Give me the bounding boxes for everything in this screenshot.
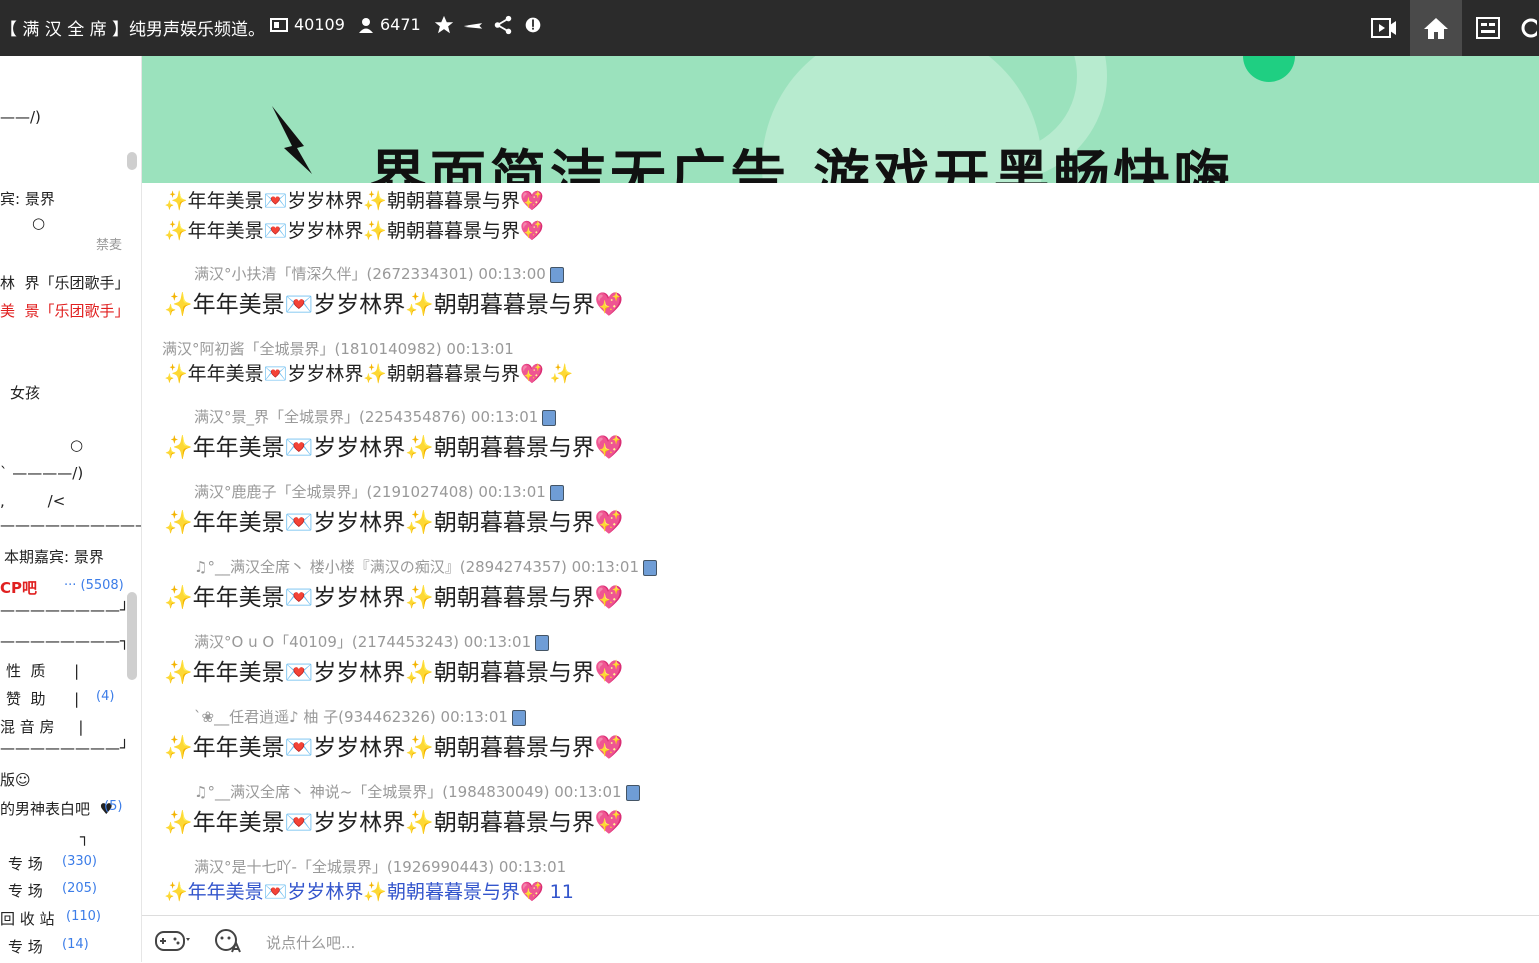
message-meta: 满汉°阿初酱「全城景界」(1810140982) 00:13:01: [162, 338, 514, 359]
message-meta: 满汉°鹿鹿子「全城景界」(2191027408) 00:13:01: [194, 481, 564, 502]
device-icon: [542, 409, 557, 426]
message-meta: `❀__任君逍遥♪ 柚 子(934462326) 00:13:01: [194, 706, 526, 727]
video-icon: [1371, 18, 1396, 38]
promo-banner[interactable]: 界面简洁无广告 游戏开黑畅快嗨: [142, 56, 1539, 183]
sidebar-line: ——————————: [0, 516, 142, 534]
sidebar-line: 本期嘉宾: 景界: [4, 548, 104, 566]
channel-count: (330): [62, 854, 97, 869]
sidebar-line: ——/): [0, 108, 41, 126]
channel-count: (4): [96, 689, 115, 704]
message-sender[interactable]: 满汉°阿初酱「全城景界」(1810140982) 00:13:01: [162, 340, 514, 358]
share-icon[interactable]: [492, 14, 514, 36]
chat-input[interactable]: 说点什么吧...: [266, 932, 355, 953]
message-text: ✨年年美景💌岁岁林界✨朝朝暮暮景与界💖 11: [164, 881, 574, 903]
room-id-stat: 40109: [270, 15, 345, 34]
sidebar-line: ————————┐: [0, 632, 130, 650]
message-text: ✨年年美景💌岁岁林界✨朝朝暮暮景与界💖: [164, 292, 624, 318]
chat-area: ✨年年美景💌岁岁林界✨朝朝暮暮景与界💖 ✨年年美景💌岁岁林界✨朝朝暮暮景与界💖 …: [142, 183, 1539, 915]
message-sender[interactable]: `❀__任君逍遥♪ 柚 子(934462326) 00:13:01: [194, 708, 508, 726]
sidebar-line: 宾: 景界: [0, 190, 55, 208]
sidebar-line: ————————┘: [0, 739, 130, 757]
sidebar-line: 版☺: [0, 771, 31, 789]
sidebar-line: ` ————/): [0, 464, 84, 482]
sidebar-line: ┐: [80, 828, 90, 846]
device-icon: [625, 784, 640, 801]
sidebar-channel[interactable]: CP吧: [0, 577, 37, 598]
sidebar-channel[interactable]: 专 场: [8, 853, 43, 874]
message-text: ✨年年美景💌岁岁林界✨朝朝暮暮景与界💖: [164, 585, 624, 611]
sidebar-line: , /<: [0, 492, 66, 510]
video-nav-button[interactable]: [1358, 0, 1410, 56]
id-card-icon: [270, 17, 288, 32]
message-sender[interactable]: 满汉°小扶清「情深久伴」(2672334301) 00:13:00: [194, 265, 546, 283]
user-icon: [359, 17, 373, 33]
device-icon: [511, 709, 526, 726]
sidebar-line: 女孩: [10, 384, 41, 402]
gamepad-icon[interactable]: [154, 928, 190, 954]
device-icon: [535, 634, 550, 651]
message-sender[interactable]: 满汉°鹿鹿子「全城景界」(2191027408) 00:13:01: [194, 483, 546, 501]
message-meta: 满汉°景_界「全城景界」(2254354876) 00:13:01: [194, 406, 557, 427]
sidebar-line: ○: [32, 214, 46, 232]
channel-sidebar: ——/) 宾: 景界 ○ 禁麦 林 界「乐团歌手」 美 景「乐团歌手」 女孩 ○…: [0, 56, 142, 962]
message-meta: 满汉°O u O「40109」(2174453243) 00:13:01: [194, 631, 550, 652]
channel-count: ··· (5508): [64, 578, 124, 593]
mute-label[interactable]: 禁麦: [96, 234, 122, 253]
home-icon: [1424, 18, 1448, 39]
user-count: 6471: [380, 15, 421, 34]
user-count-stat: 6471: [358, 15, 421, 34]
sidebar-channel[interactable]: 的男神表白吧 ♥: [0, 798, 113, 819]
sidebar-channel[interactable]: 回 收 站: [0, 908, 55, 929]
message-text: ✨年年美景💌岁岁林界✨朝朝暮暮景与界💖: [164, 660, 624, 686]
more-nav-button[interactable]: [1514, 0, 1539, 56]
sidebar-member[interactable]: 美 景「乐团歌手」: [0, 300, 130, 321]
sidebar-channel[interactable]: 赞 助 |: [6, 688, 79, 709]
sidebar-line: ○: [70, 436, 84, 454]
sidebar-channel[interactable]: 性 质 |: [6, 660, 79, 681]
message-meta: 满汉°小扶清「情深久伴」(2672334301) 00:13:00: [194, 263, 564, 284]
message-text: ✨年年美景💌岁岁林界✨朝朝暮暮景与界💖: [164, 810, 624, 836]
message-sender[interactable]: 满汉°O u O「40109」(2174453243) 00:13:01: [194, 633, 531, 651]
star-icon[interactable]: [433, 14, 455, 36]
channel-count: (110): [66, 909, 101, 924]
top-bar: 【 满 汉 全 席 】纯男声娱乐频道。 40109 6471: [0, 0, 1539, 56]
channel-count: (14): [62, 937, 89, 952]
emoji-icon[interactable]: [214, 928, 242, 954]
sidebar-channel[interactable]: 专 场: [8, 880, 43, 901]
room-id: 40109: [294, 15, 345, 34]
device-icon: [549, 266, 564, 283]
message-sender[interactable]: ♫°__满汉全席丶 神说~「全城景界」(1984830049) 00:13:01: [194, 783, 622, 801]
device-icon: [549, 484, 564, 501]
message-meta: ♫°__满汉全席丶 楼小楼『满汉の痴汉』(2894274357) 00:13:0…: [194, 556, 657, 577]
message-meta: ♫°__满汉全席丶 神说~「全城景界」(1984830049) 00:13:01: [194, 781, 640, 802]
device-icon: [643, 559, 657, 576]
message-sender[interactable]: ♫°__满汉全席丶 楼小楼『满汉の痴汉』(2894274357) 00:13:0…: [194, 558, 639, 576]
settings-icon: [1521, 18, 1537, 38]
sidebar-member[interactable]: 林 界「乐团歌手」: [0, 272, 130, 293]
message-text: ✨年年美景💌岁岁林界✨朝朝暮暮景与界💖: [164, 435, 624, 461]
home-nav-button[interactable]: [1410, 0, 1462, 56]
list-nav-button[interactable]: [1462, 0, 1514, 56]
channel-title: 【 满 汉 全 席 】纯男声娱乐频道。: [0, 20, 266, 40]
sidebar-scrollbar-top[interactable]: [127, 152, 137, 170]
report-icon[interactable]: [522, 14, 544, 36]
channel-count: (5): [104, 799, 123, 814]
message-sender[interactable]: 满汉°景_界「全城景界」(2254354876) 00:13:01: [194, 408, 538, 426]
sidebar-scrollbar[interactable]: [127, 592, 137, 680]
message-meta: 满汉°是十七吖-「全城景界」(1926990443) 00:13:01: [194, 856, 566, 877]
message-sender[interactable]: 满汉°是十七吖-「全城景界」(1926990443) 00:13:01: [194, 858, 566, 876]
banner-text: 界面简洁无广告 游戏开黑畅快嗨: [370, 145, 1234, 183]
chat-input-bar: 说点什么吧...: [142, 915, 1539, 963]
sidebar-line: ————————┘: [0, 601, 130, 619]
message-text: ✨年年美景💌岁岁林界✨朝朝暮暮景与界💖 ✨: [164, 363, 574, 385]
sidebar-channel[interactable]: 专 场: [8, 936, 43, 957]
sidebar-channel[interactable]: 混 音 房 |: [0, 716, 83, 737]
plane-icon[interactable]: [462, 14, 484, 36]
message-text: ✨年年美景💌岁岁林界✨朝朝暮暮景与界💖: [164, 735, 624, 761]
message-text: ✨年年美景💌岁岁林界✨朝朝暮暮景与界💖: [164, 220, 544, 242]
channel-count: (205): [62, 881, 97, 896]
message-text: ✨年年美景💌岁岁林界✨朝朝暮暮景与界💖: [164, 190, 544, 212]
message-text: ✨年年美景💌岁岁林界✨朝朝暮暮景与界💖: [164, 510, 624, 536]
list-icon: [1476, 17, 1500, 39]
